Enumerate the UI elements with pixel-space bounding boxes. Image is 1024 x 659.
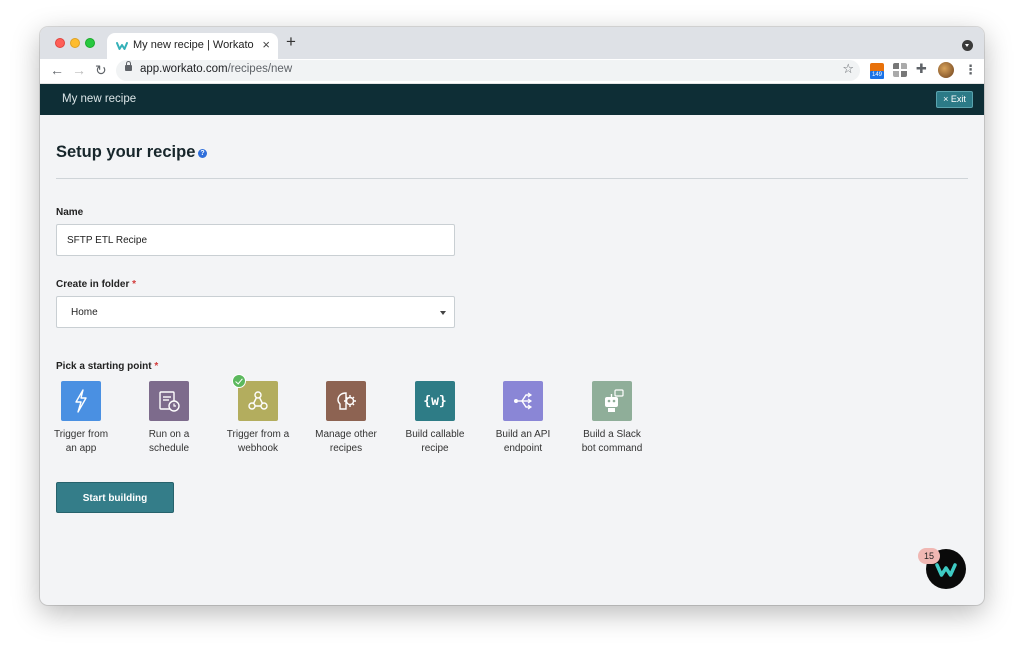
lightning-icon xyxy=(61,381,101,421)
required-mark: * xyxy=(154,361,159,372)
exit-label: Exit xyxy=(950,94,966,104)
selected-check-icon xyxy=(232,374,246,388)
app-header: My new recipe × Exit xyxy=(40,84,984,115)
workato-favicon-icon xyxy=(116,42,128,50)
tab-search-icon[interactable] xyxy=(962,40,973,51)
extension-badge-icon[interactable]: 149 xyxy=(870,63,884,79)
option-label: Build callable recipe xyxy=(405,429,465,454)
page-title: Setup your recipe xyxy=(56,143,196,161)
brain-gear-icon xyxy=(326,381,366,421)
braces-w-icon: {w} xyxy=(415,381,455,421)
bookmark-star-icon[interactable]: ☆ xyxy=(842,61,854,77)
option-label: Build a Slack bot command xyxy=(581,429,643,454)
option-label: Run on a schedule xyxy=(148,429,190,454)
chevron-down-icon xyxy=(440,311,446,315)
option-label: Trigger from a webhook xyxy=(226,429,290,454)
recipe-title: My new recipe xyxy=(62,93,137,105)
starting-point-slack-bot[interactable]: Build a Slack bot command xyxy=(567,381,657,456)
required-mark: * xyxy=(132,279,137,290)
back-arrow-icon[interactable]: ← xyxy=(50,62,64,78)
browser-tab[interactable]: My new recipe | Workato × xyxy=(107,33,278,59)
option-label: Manage other recipes xyxy=(315,429,377,454)
exit-button[interactable]: × Exit xyxy=(936,91,973,108)
slack-bot-icon xyxy=(592,381,632,421)
browser-toolbar: ← → ↻ app.workato.com/recipes/new ☆ 149 … xyxy=(40,59,984,84)
help-icon[interactable]: ? xyxy=(198,149,207,158)
webhook-icon xyxy=(232,374,278,421)
close-tab-icon[interactable]: × xyxy=(262,37,270,52)
minimize-window-button[interactable] xyxy=(70,38,80,48)
folder-select[interactable]: Home xyxy=(56,296,455,328)
browser-window: My new recipe | Workato × + ← → ↻ app.wo… xyxy=(40,27,984,605)
reload-icon[interactable]: ↻ xyxy=(95,62,107,78)
schedule-icon xyxy=(149,381,189,421)
address-bar[interactable]: app.workato.com/recipes/new ☆ xyxy=(116,60,860,81)
grid-extension-icon[interactable] xyxy=(893,63,907,77)
starting-point-schedule[interactable]: Run on a schedule xyxy=(124,381,214,456)
forward-arrow-icon[interactable]: → xyxy=(72,62,86,78)
url-text: app.workato.com/recipes/new xyxy=(140,63,293,75)
starting-point-webhook[interactable]: Trigger from a webhook xyxy=(213,374,303,456)
folder-select-value: Home xyxy=(71,307,98,318)
extension-badge-count: 149 xyxy=(870,71,884,79)
starting-point-app-trigger[interactable]: Trigger from an app xyxy=(40,381,126,456)
main-content: Setup your recipe ? Name Create in folde… xyxy=(40,115,984,605)
maximize-window-button[interactable] xyxy=(85,38,95,48)
starting-point-api-endpoint[interactable]: Build an API endpoint xyxy=(478,381,568,456)
start-building-button[interactable]: Start building xyxy=(56,482,174,513)
option-label: Trigger from an app xyxy=(53,429,109,454)
option-label: Build an API endpoint xyxy=(495,429,551,454)
close-window-button[interactable] xyxy=(55,38,65,48)
recipe-name-input[interactable] xyxy=(56,224,455,256)
notification-count-badge: 15 xyxy=(918,548,940,564)
api-endpoint-icon xyxy=(503,381,543,421)
divider xyxy=(56,178,968,179)
starting-point-manage-recipes[interactable]: Manage other recipes xyxy=(301,381,391,456)
tab-strip: My new recipe | Workato × + xyxy=(40,27,984,59)
starting-point-callable-recipe[interactable]: {w} Build callable recipe xyxy=(390,381,480,456)
browser-menu-icon[interactable]: ⋮ xyxy=(964,62,977,78)
new-tab-button[interactable]: + xyxy=(286,32,296,52)
lock-icon xyxy=(125,61,132,71)
starting-point-label: Pick a starting point * xyxy=(56,361,159,372)
tab-title: My new recipe | Workato xyxy=(133,39,254,51)
extensions-puzzle-icon[interactable]: ✚ xyxy=(916,61,927,77)
profile-avatar[interactable] xyxy=(938,62,954,78)
name-label: Name xyxy=(56,207,84,218)
folder-label: Create in folder * xyxy=(56,279,137,290)
